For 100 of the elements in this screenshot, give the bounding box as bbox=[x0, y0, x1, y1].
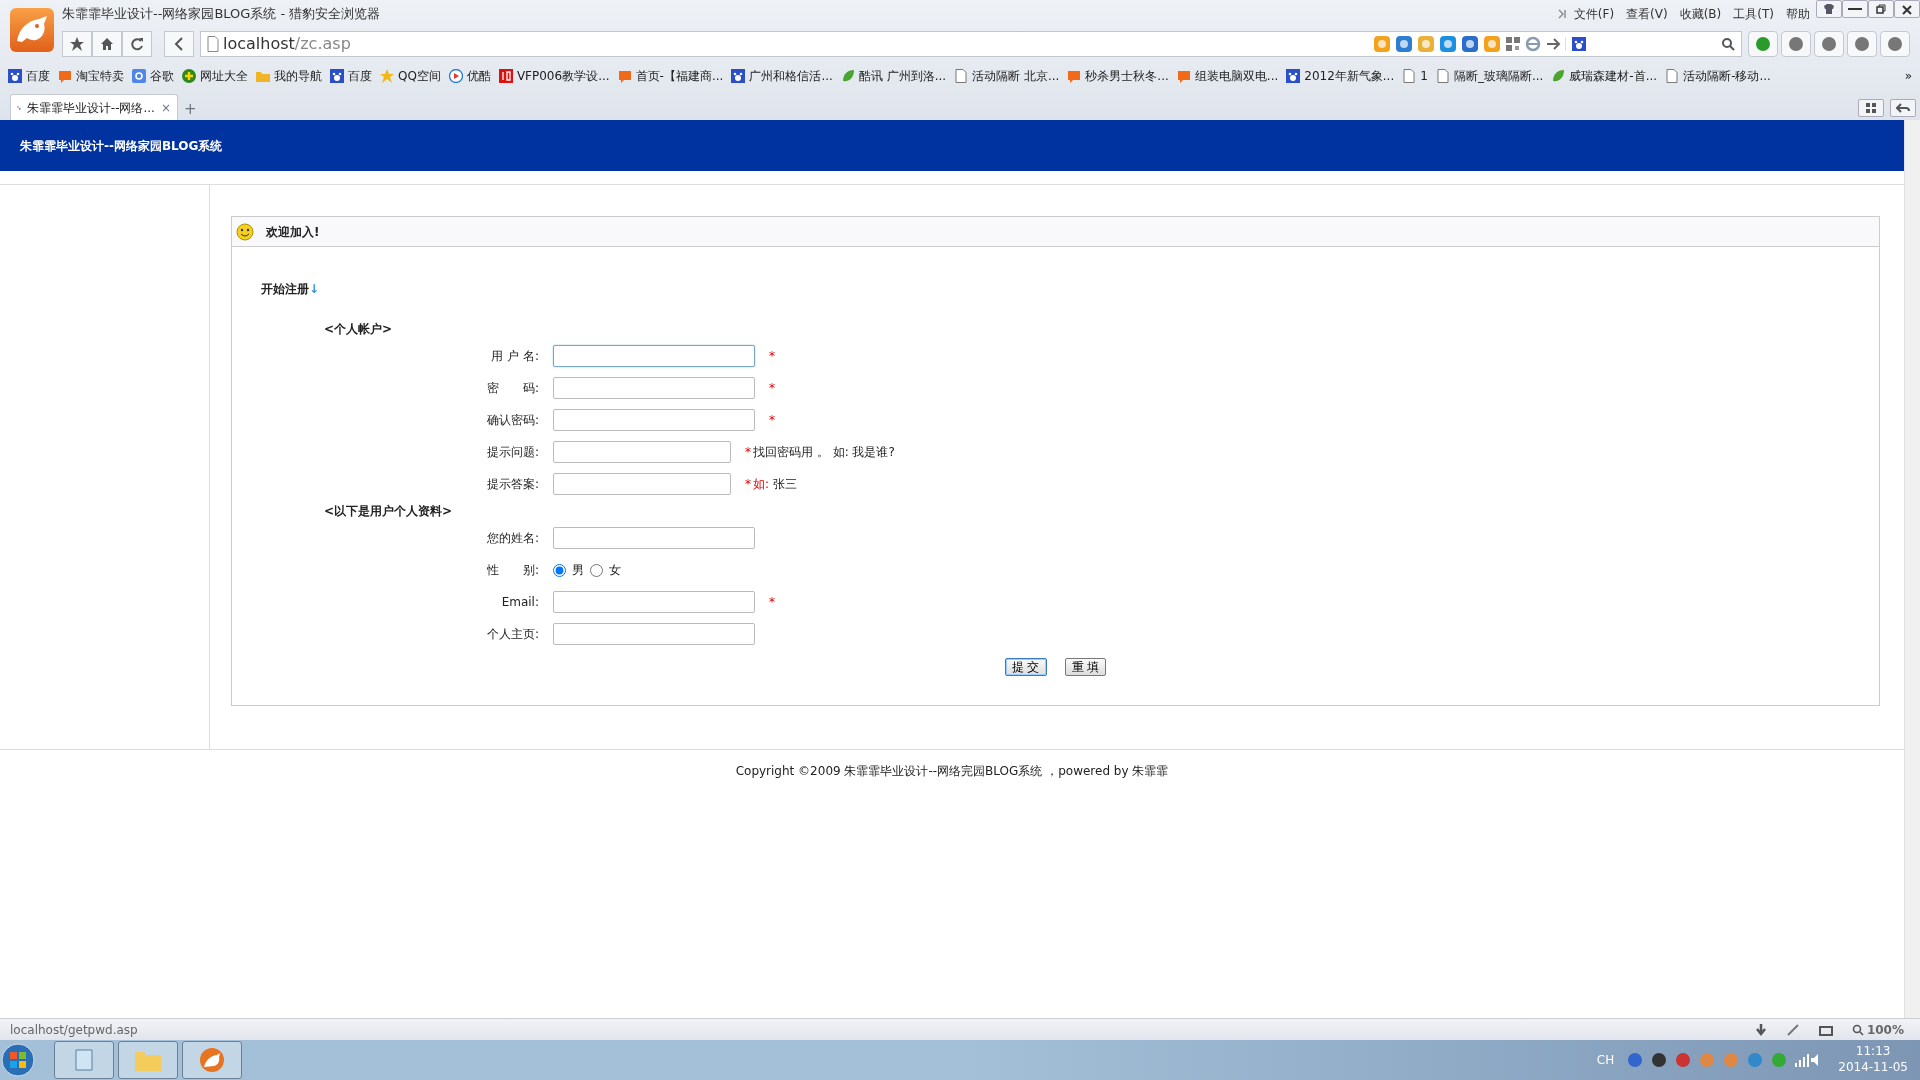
toolbar-button[interactable] bbox=[1814, 31, 1844, 57]
bookmark-link[interactable]: 秒杀男士秋冬... bbox=[1063, 67, 1173, 85]
input-field[interactable] bbox=[553, 377, 755, 399]
toolbar-button[interactable] bbox=[1858, 99, 1884, 117]
app-icon[interactable] bbox=[1373, 35, 1391, 53]
tray-icon[interactable] bbox=[1650, 1051, 1669, 1069]
bookmark-link[interactable]: 威瑞森建材-首... bbox=[1547, 67, 1662, 85]
window-button[interactable] bbox=[1868, 0, 1894, 18]
footer-text: Copyright ©2009 朱霏霏毕业设计--网络完园BLOG系统 ，powered by 朱霏霏 bbox=[735, 763, 1169, 780]
section-title: 开始注册↓ bbox=[261, 281, 321, 298]
close-tab-button[interactable]: × bbox=[160, 98, 171, 117]
menu-item[interactable]: 查看(V) bbox=[1620, 5, 1674, 23]
menu-item[interactable]: 文件(F) bbox=[1567, 5, 1621, 23]
home-icon bbox=[100, 37, 114, 51]
bookmark-link[interactable]: 百度 bbox=[4, 67, 54, 85]
input-field[interactable] bbox=[553, 527, 755, 549]
bookmark-link[interactable]: 淘宝特卖 bbox=[54, 67, 128, 85]
scrollbar[interactable] bbox=[1904, 120, 1920, 1018]
app-icon[interactable] bbox=[1395, 35, 1413, 53]
zoom-control[interactable]: 100% bbox=[1851, 1020, 1904, 1039]
field-label: Email: bbox=[500, 594, 539, 611]
bookmark-link[interactable]: VFP006教学设... bbox=[494, 67, 614, 85]
bookmark-link[interactable]: 广州和格信活... bbox=[727, 67, 837, 85]
new-tab-button[interactable]: + bbox=[184, 97, 197, 120]
menu-item[interactable]: 工具(T) bbox=[1727, 5, 1780, 23]
browser-tab[interactable]: 朱霏霏毕业设计--网络... × bbox=[10, 94, 178, 120]
star-icon bbox=[70, 37, 84, 51]
toolbar-button[interactable] bbox=[62, 31, 92, 57]
start-orb-icon[interactable] bbox=[0, 1042, 36, 1078]
tray-icon[interactable] bbox=[1626, 1051, 1645, 1069]
window-button[interactable] bbox=[1816, 0, 1842, 18]
paw-icon bbox=[731, 69, 746, 83]
app-icon[interactable] bbox=[1439, 35, 1457, 53]
download-icon[interactable] bbox=[1753, 1022, 1768, 1037]
taskbar-button[interactable] bbox=[118, 1041, 178, 1079]
slash-icon[interactable] bbox=[1785, 1022, 1800, 1037]
app-icon[interactable] bbox=[1461, 35, 1479, 53]
signal-icon[interactable] bbox=[1794, 1053, 1811, 1067]
paw-icon[interactable] bbox=[1572, 37, 1586, 51]
page-icon bbox=[954, 69, 969, 83]
url-text: localhost/zc.asp bbox=[223, 33, 351, 55]
round-icon bbox=[1854, 36, 1870, 52]
window-button[interactable] bbox=[1894, 0, 1920, 18]
bookmark-link[interactable]: 1 bbox=[1398, 67, 1432, 85]
input-field[interactable] bbox=[553, 345, 755, 367]
bookmark-link[interactable]: 谷歌 bbox=[128, 67, 178, 85]
search-icon[interactable] bbox=[1721, 37, 1735, 51]
taskbar-button[interactable] bbox=[54, 1041, 114, 1079]
field-label: 确认密码: bbox=[485, 412, 539, 429]
panel-title: 欢迎加入! bbox=[266, 223, 320, 241]
field-label: 个人主页: bbox=[485, 626, 539, 643]
bookmark-link[interactable]: QQ空间 bbox=[376, 67, 445, 85]
bookmark-link[interactable]: 活动隔断-移动... bbox=[1661, 67, 1775, 85]
bookmark-link[interactable]: 2012年新气象... bbox=[1282, 67, 1399, 85]
paw-icon bbox=[330, 69, 344, 83]
input-field[interactable] bbox=[553, 623, 755, 645]
page-icon bbox=[207, 36, 219, 52]
toolbar-button[interactable] bbox=[122, 31, 152, 57]
bookmark-link[interactable]: 活动隔断 北京... bbox=[950, 67, 1064, 85]
bookmark-link[interactable]: 我的导航 bbox=[252, 67, 326, 85]
required-mark: * bbox=[769, 594, 775, 611]
input-field[interactable] bbox=[553, 591, 755, 613]
forward-arrow-icon[interactable] bbox=[1545, 36, 1561, 52]
menu-item[interactable]: 收藏(B) bbox=[1673, 5, 1728, 23]
group-heading: <个人帐户> bbox=[324, 321, 394, 338]
bookmark-link[interactable]: 组装电脑双电... bbox=[1172, 67, 1283, 85]
more-bookmarks-button[interactable]: » bbox=[1900, 67, 1916, 85]
window-button[interactable] bbox=[1842, 0, 1868, 18]
bookmark-link[interactable]: 隔断_玻璃隔断... bbox=[1431, 67, 1548, 85]
input-field[interactable] bbox=[553, 441, 731, 463]
bookmark-link[interactable]: 网址大全 bbox=[178, 67, 252, 85]
form-button[interactable]: 提 交 bbox=[1004, 658, 1047, 676]
menu-item[interactable]: 帮助 bbox=[1780, 5, 1816, 23]
group-heading: <以下是用户个人资料> bbox=[324, 503, 454, 520]
taskbar-button[interactable] bbox=[182, 1041, 242, 1079]
radio-button[interactable] bbox=[553, 563, 566, 577]
hint-text: 如: 张三 bbox=[753, 476, 797, 493]
form-button[interactable]: 重 填 bbox=[1064, 658, 1107, 676]
bookmark-link[interactable]: 酷讯 广州到洛... bbox=[836, 67, 951, 85]
toolbar-button[interactable] bbox=[1880, 31, 1910, 57]
toolbar-button[interactable] bbox=[1890, 99, 1916, 117]
bookmark-link[interactable]: 百度 bbox=[326, 67, 376, 85]
input-field[interactable] bbox=[553, 473, 731, 495]
search-icon bbox=[1851, 1023, 1864, 1036]
chat-icon bbox=[58, 69, 72, 83]
bookmark-link[interactable]: 优酷 bbox=[444, 67, 495, 85]
app-icon[interactable] bbox=[1483, 35, 1501, 53]
bookmark-link[interactable]: 首页-【福建商... bbox=[613, 67, 728, 85]
toolbar-button[interactable] bbox=[1748, 31, 1778, 57]
radio-button[interactable] bbox=[590, 563, 603, 577]
qr-icon[interactable] bbox=[1505, 36, 1521, 52]
toolbar-button[interactable] bbox=[1781, 31, 1811, 57]
input-field[interactable] bbox=[553, 409, 755, 431]
back-button[interactable] bbox=[164, 31, 194, 57]
address-bar[interactable]: localhost/zc.asp bbox=[200, 31, 1742, 57]
leaf-icon bbox=[840, 69, 855, 83]
toolbar-button[interactable] bbox=[1847, 31, 1877, 57]
play-icon bbox=[448, 69, 463, 83]
toolbar-button[interactable] bbox=[92, 31, 122, 57]
round-icon bbox=[1821, 36, 1837, 52]
